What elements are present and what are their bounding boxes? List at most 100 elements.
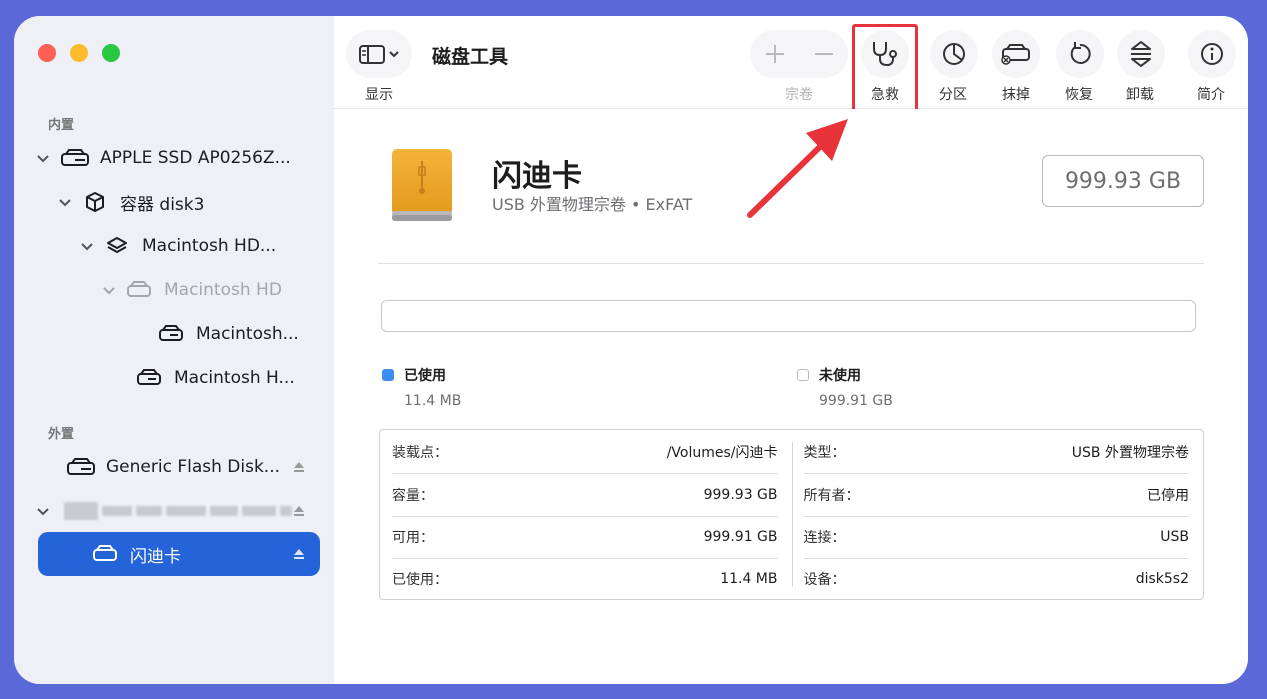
sidebar-item-apple-ssd[interactable]: APPLE SSD AP0256Z... xyxy=(36,138,320,178)
redacted-label xyxy=(64,502,292,520)
info-value: 11.4 MB xyxy=(720,571,778,587)
info-column-left: 装载点： /Volumes/闪迪卡 容量： 999.93 GB 可用： 999.91 … xyxy=(380,430,792,599)
sidebar-item-macintosh-snapshot[interactable]: Macintosh... xyxy=(156,314,320,354)
unmount-icon xyxy=(1131,41,1151,67)
column-divider xyxy=(791,442,793,587)
volume-controls xyxy=(750,30,848,78)
info-table: 装载点： /Volumes/闪迪卡 容量： 999.93 GB 可用： 999.91 … xyxy=(379,429,1204,600)
external-disk-icon xyxy=(66,457,96,477)
internal-disk-icon xyxy=(60,148,90,168)
info-row: 所有者： 已停用 xyxy=(804,474,1190,516)
sidebar-item-container-disk3[interactable]: 容器 disk3 xyxy=(58,182,320,222)
sidebar-item-external-device[interactable] xyxy=(36,491,320,531)
info-label: 连接： xyxy=(803,530,846,546)
info-button[interactable] xyxy=(1188,30,1236,78)
unmount-button[interactable] xyxy=(1117,30,1165,78)
partition-button[interactable] xyxy=(930,30,978,78)
sidebar-toggle-icon xyxy=(359,45,399,64)
info-label: 装载点： xyxy=(392,445,448,461)
sidebar-item-label: Macintosh H... xyxy=(174,368,295,388)
info-label: 容量： xyxy=(392,488,434,504)
partition-label: 分区 xyxy=(939,87,967,103)
used-label: 已使用 xyxy=(404,368,446,384)
used-legend: 已使用 xyxy=(382,365,446,385)
sidebar-item-macintosh-hd[interactable]: Macintosh HD xyxy=(102,270,320,310)
remove-icon[interactable] xyxy=(813,43,835,65)
info-value: /Volumes/闪迪卡 xyxy=(666,445,778,461)
info-value: USB 外置物理宗卷 xyxy=(1071,445,1189,461)
chevron-down-icon[interactable] xyxy=(36,504,50,518)
layers-icon xyxy=(102,236,132,256)
info-row: 已使用： 11.4 MB xyxy=(392,558,778,600)
chevron-down-icon[interactable] xyxy=(36,151,50,165)
sidebar-item-label: Macintosh HD xyxy=(164,280,282,300)
section-internal: 内置 xyxy=(48,118,75,133)
unmount-label: 卸载 xyxy=(1126,87,1154,103)
usb-drive-icon xyxy=(392,149,452,221)
capacity-box: 999.93 GB xyxy=(1042,155,1204,207)
chevron-down-icon[interactable] xyxy=(58,195,72,209)
app-title: 磁盘工具 xyxy=(432,46,509,68)
eject-icon[interactable] xyxy=(292,460,306,474)
toolbar: 显示 磁盘工具 宗卷 急救 分区 抹掉 恢复 卸载 简介 xyxy=(334,16,1248,114)
eject-icon[interactable] xyxy=(292,547,306,561)
usage-bar xyxy=(381,300,1196,332)
restore-label: 恢复 xyxy=(1065,87,1093,103)
sidebar-item-label: Macintosh... xyxy=(196,324,299,344)
info-value: disk5s2 xyxy=(1135,571,1189,587)
info-value: 999.93 GB xyxy=(703,487,778,503)
info-row: 装载点： /Volumes/闪迪卡 xyxy=(392,431,778,473)
erase-button[interactable] xyxy=(992,30,1040,78)
sidebar-item-label: Generic Flash Disk... xyxy=(106,457,281,477)
free-label: 未使用 xyxy=(819,368,861,384)
info-row: 容量： 999.93 GB xyxy=(392,474,778,516)
info-value: 已停用 xyxy=(1147,488,1189,504)
first-aid-highlight-box xyxy=(852,24,918,114)
info-label: 已使用： xyxy=(392,572,448,588)
view-button[interactable] xyxy=(346,30,412,78)
free-swatch xyxy=(797,369,809,381)
pie-chart-icon xyxy=(943,43,965,65)
info-label: 简介 xyxy=(1197,87,1225,103)
sidebar: 内置 APPLE SSD AP0256Z... 容器 disk3 Macinto… xyxy=(14,16,335,684)
info-column-right: 类型： USB 外置物理宗卷 所有者： 已停用 连接： USB 设备： disk5s2 xyxy=(791,430,1204,599)
annotation-arrow-icon xyxy=(747,119,848,218)
volume-icon xyxy=(156,324,186,344)
volume-icon xyxy=(134,368,164,388)
info-label: 类型： xyxy=(803,445,846,461)
info-label: 设备： xyxy=(803,572,846,588)
sidebar-item-macintosh-data[interactable]: Macintosh H... xyxy=(134,358,320,398)
restore-icon xyxy=(1070,42,1091,64)
chevron-down-icon[interactable] xyxy=(80,239,94,253)
add-icon[interactable] xyxy=(764,43,786,65)
close-button[interactable] xyxy=(38,44,56,62)
volume-icon xyxy=(124,280,154,300)
divider xyxy=(378,263,1204,264)
chevron-down-icon[interactable] xyxy=(102,283,116,297)
container-icon xyxy=(80,192,110,212)
free-value: 999.91 GB xyxy=(819,393,893,409)
info-icon xyxy=(1201,43,1223,65)
erase-label: 抹掉 xyxy=(1002,87,1030,103)
erase-disk-icon xyxy=(1001,44,1030,65)
sidebar-item-macintosh-hd-group[interactable]: Macintosh HD... xyxy=(80,226,320,266)
minimize-button[interactable] xyxy=(70,44,88,62)
eject-icon[interactable] xyxy=(292,504,306,518)
restore-button[interactable] xyxy=(1056,30,1104,78)
info-row: 类型： USB 外置物理宗卷 xyxy=(804,431,1190,473)
sidebar-item-label: 容器 disk3 xyxy=(120,194,205,215)
section-external: 外置 xyxy=(48,427,75,442)
info-value: USB xyxy=(1160,529,1189,545)
info-label: 所有者： xyxy=(803,488,860,504)
info-label: 可用： xyxy=(392,530,434,546)
sidebar-item-label: APPLE SSD AP0256Z... xyxy=(100,148,291,168)
sidebar-item-generic-flash-disk[interactable]: Generic Flash Disk... xyxy=(66,447,320,487)
sidebar-item-sandisk-card[interactable]: 闪迪卡 xyxy=(38,532,320,576)
info-row: 可用： 999.91 GB xyxy=(392,516,778,558)
view-label: 显示 xyxy=(365,87,393,103)
zoom-button[interactable] xyxy=(102,44,120,62)
window-controls xyxy=(38,44,120,62)
used-swatch xyxy=(382,369,394,381)
info-row: 连接： USB xyxy=(804,516,1190,558)
volume-label: 宗卷 xyxy=(785,87,813,103)
